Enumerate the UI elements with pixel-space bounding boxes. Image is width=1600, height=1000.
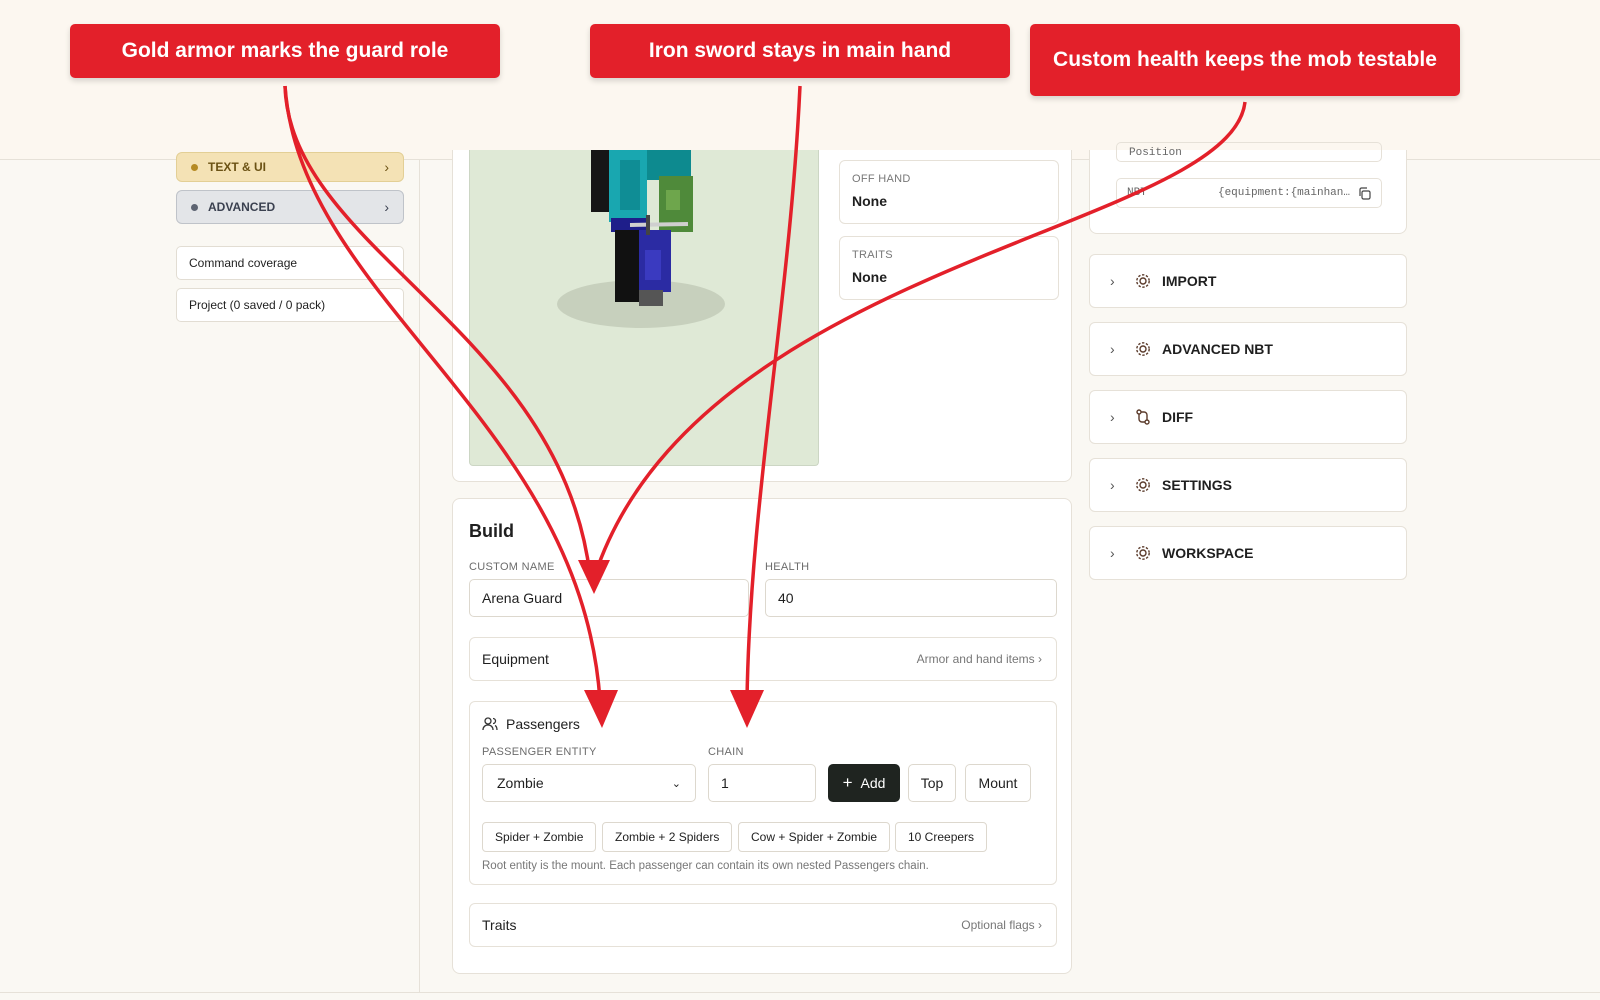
gear-icon: [1136, 478, 1150, 492]
add-passenger-button[interactable]: + Add: [828, 764, 900, 802]
bottom-divider: [0, 992, 1600, 993]
callout-custom-health: Custom health keeps the mob testable: [1030, 24, 1460, 96]
command-coverage-link[interactable]: Command coverage: [176, 246, 404, 280]
section-workspace[interactable]: › WORKSPACE: [1089, 526, 1407, 580]
callout-gold-armor: Gold armor marks the guard role: [70, 24, 500, 78]
button-label: Add: [860, 775, 886, 791]
equipment-section[interactable]: Equipment Armor and hand items ›: [469, 637, 1057, 681]
left-sidebar: TEXT & UI › ADVANCED › Command coverage …: [176, 150, 404, 322]
nbt-output-box: Position NBT {equipment:{mainhan…: [1089, 142, 1407, 234]
slot-label: OFF HAND: [852, 173, 911, 185]
passengers-note: Root entity is the mount. Each passenger…: [482, 860, 929, 872]
chevron-down-icon: ⌄: [671, 777, 681, 790]
copy-icon[interactable]: [1358, 186, 1371, 200]
section-advanced-nbt[interactable]: › ADVANCED NBT: [1089, 322, 1407, 376]
chevron-right-icon: ›: [1038, 652, 1042, 666]
users-icon: [482, 717, 498, 731]
traits-title: Traits: [482, 917, 517, 933]
preset-chip[interactable]: Zombie + 2 Spiders: [602, 822, 733, 852]
nbt-row-position[interactable]: Position: [1116, 142, 1382, 162]
dot-icon: [191, 163, 198, 171]
equipment-hint: Armor and hand items: [916, 652, 1035, 666]
chevron-right-icon: ›: [384, 159, 389, 175]
nav-item-label: TEXT & UI: [208, 160, 267, 174]
nbt-row-nbt[interactable]: NBT {equipment:{mainhan…: [1116, 178, 1382, 208]
section-label: SETTINGS: [1162, 477, 1233, 493]
column-divider: [419, 160, 420, 992]
preset-chip[interactable]: Spider + Zombie: [482, 822, 597, 852]
link-label: Project (0 saved / 0 pack): [189, 298, 326, 312]
preset-chip[interactable]: 10 Creepers: [895, 822, 988, 852]
traits-slot[interactable]: TRAITS None: [839, 236, 1059, 300]
health-label: HEALTH: [765, 561, 810, 573]
slot-label: TRAITS: [852, 249, 893, 261]
traits-section[interactable]: Traits Optional flags ›: [469, 903, 1057, 947]
build-title: Build: [469, 521, 514, 541]
passenger-entity-select[interactable]: Zombie ⌄: [482, 764, 696, 802]
nav-item-label: ADVANCED: [208, 200, 276, 214]
button-label: Top: [920, 775, 944, 791]
nbt-row-label: Position: [1129, 147, 1182, 159]
section-import[interactable]: › IMPORT: [1089, 254, 1407, 308]
link-label: Command coverage: [189, 256, 298, 270]
section-diff[interactable]: › DIFF: [1089, 390, 1407, 444]
passenger-entity-label: PASSENGER ENTITY: [482, 746, 597, 758]
git-compare-icon: [1136, 409, 1150, 425]
section-label: WORKSPACE: [1162, 545, 1254, 561]
gear-icon: [1136, 274, 1150, 288]
entity-preview-viewport[interactable]: [469, 150, 819, 466]
chevron-right-icon: ›: [1110, 273, 1115, 289]
passengers-title: Passengers: [506, 716, 580, 732]
project-link[interactable]: Project (0 saved / 0 pack): [176, 288, 404, 322]
preset-chip[interactable]: Cow + Spider + Zombie: [738, 822, 891, 852]
chain-input[interactable]: [708, 764, 816, 802]
dot-icon: [191, 203, 198, 211]
section-settings[interactable]: › SETTINGS: [1089, 458, 1407, 512]
nbt-row-label: NBT: [1127, 187, 1147, 199]
plus-icon: +: [842, 773, 853, 792]
equipment-title: Equipment: [482, 651, 549, 667]
select-value: Zombie: [497, 775, 544, 791]
passengers-section: Passengers PASSENGER ENTITY Zombie ⌄ CHA…: [469, 701, 1057, 885]
chevron-right-icon: ›: [1038, 918, 1042, 932]
chevron-right-icon: ›: [1110, 545, 1115, 561]
chevron-right-icon: ›: [1110, 477, 1115, 493]
chevron-right-icon: ›: [384, 199, 389, 215]
chevron-right-icon: ›: [1110, 341, 1115, 357]
gear-icon: [1136, 342, 1150, 356]
section-label: ADVANCED NBT: [1162, 341, 1273, 357]
section-label: DIFF: [1162, 409, 1194, 425]
build-panel: Build CUSTOM NAME HEALTH Equipment Armor…: [452, 498, 1072, 974]
button-label: Mount: [978, 775, 1018, 791]
traits-hint: Optional flags: [961, 918, 1035, 932]
gear-icon: [1136, 546, 1150, 560]
mount-button[interactable]: Mount: [965, 764, 1031, 802]
callout-iron-sword: Iron sword stays in main hand: [590, 24, 1010, 78]
preview-card: OFF HAND None TRAITS None: [452, 150, 1072, 482]
slot-value: None: [852, 269, 887, 285]
health-input[interactable]: [765, 579, 1057, 617]
custom-name-label: CUSTOM NAME: [469, 561, 555, 573]
custom-name-input[interactable]: [469, 579, 749, 617]
nav-item-text-ui[interactable]: TEXT & UI ›: [176, 152, 404, 182]
zombie-model-icon: [557, 150, 725, 328]
nav-item-advanced[interactable]: ADVANCED ›: [176, 190, 404, 224]
chain-label: CHAIN: [708, 746, 744, 758]
nbt-row-value: {equipment:{mainhan…: [1217, 187, 1350, 199]
chevron-right-icon: ›: [1110, 409, 1115, 425]
off-hand-slot[interactable]: OFF HAND None: [839, 160, 1059, 224]
top-button[interactable]: Top: [908, 764, 956, 802]
section-label: IMPORT: [1162, 273, 1217, 289]
slot-value: None: [852, 193, 887, 209]
